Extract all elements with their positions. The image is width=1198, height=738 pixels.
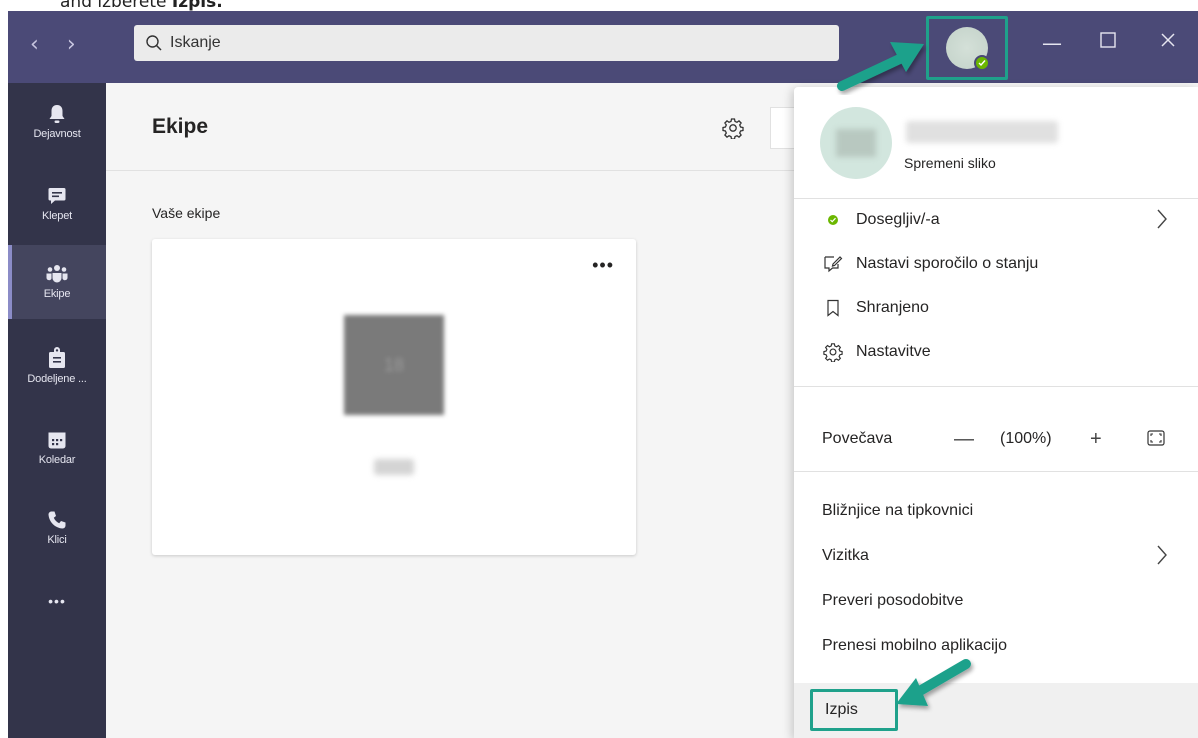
rail-item-assignments[interactable]: Dodeljene ... <box>8 329 106 403</box>
section-label: Vaše ekipe <box>152 205 221 221</box>
page-title: Ekipe <box>152 115 209 138</box>
teams-window: ‹ › Iskanje — Dejavnost Klepet Ekipe Dod… <box>8 11 1198 738</box>
sign-out-label: Izpis <box>825 701 858 718</box>
search-input[interactable]: Iskanje <box>134 25 839 61</box>
fullscreen-icon[interactable] <box>1147 430 1165 451</box>
saved-item[interactable]: Shranjeno <box>794 288 1198 328</box>
rail-item-calls[interactable]: Klici <box>8 491 106 565</box>
app-bar: Dejavnost Klepet Ekipe Dodeljene ... Kol… <box>8 83 106 738</box>
teams-icon <box>46 264 68 284</box>
check-updates-label: Preveri posodobitve <box>822 592 964 609</box>
avatar[interactable] <box>820 107 892 179</box>
rail-label: Dodeljene ... <box>27 373 87 385</box>
zoom-in-button[interactable]: + <box>1090 428 1102 451</box>
download-mobile-app-label: Prenesi mobilno aplikacijo <box>822 637 1007 654</box>
keyboard-shortcuts-label: Bližnjice na tipkovnici <box>822 502 974 519</box>
status-label: Dosegljiv/-a <box>856 211 940 228</box>
chevron-right-icon <box>1156 544 1168 571</box>
team-avatar: 18 <box>344 315 444 415</box>
available-status-icon <box>974 55 990 71</box>
rail-label: Klici <box>47 534 67 546</box>
rail-item-activity[interactable]: Dejavnost <box>8 85 106 159</box>
settings-item[interactable]: Nastavitve <box>794 332 1198 372</box>
business-card-label: Vizitka <box>822 547 869 564</box>
saved-label: Shranjeno <box>856 299 929 316</box>
available-status-icon <box>822 214 844 226</box>
avatar <box>946 27 990 71</box>
zoom-out-button[interactable]: — <box>954 428 974 451</box>
edit-message-icon <box>822 255 844 273</box>
zoom-label: Povečava <box>822 430 893 447</box>
check-updates-item[interactable]: Preveri posodobitve <box>794 581 1198 621</box>
team-name-blurred <box>374 459 414 475</box>
maximize-icon[interactable] <box>1100 29 1116 53</box>
calendar-icon <box>47 430 67 450</box>
chevron-right-icon[interactable]: › <box>67 33 76 57</box>
rail-item-teams[interactable]: Ekipe <box>8 245 106 319</box>
rail-item-calendar[interactable]: Koledar <box>8 411 106 485</box>
rail-label: Koledar <box>38 454 76 466</box>
rail-label: Klepet <box>42 210 72 222</box>
more-icon: ••• <box>48 593 66 609</box>
zoom-value: (100%) <box>1000 430 1052 447</box>
set-status-message-item[interactable]: Nastavi sporočilo o stanju <box>794 244 1198 284</box>
more-options-icon[interactable]: ••• <box>592 255 614 276</box>
chevron-right-icon <box>1156 208 1168 235</box>
profile-menu: Spremeni sliko Dosegljiv/-a Nastavi spor… <box>794 87 1198 738</box>
business-card-item[interactable]: Vizitka <box>794 536 1198 576</box>
phone-icon <box>47 510 67 530</box>
rail-label: Dejavnost <box>33 128 81 140</box>
title-bar: ‹ › Iskanje — <box>8 11 1198 83</box>
sign-out-button[interactable]: Izpis <box>810 689 898 731</box>
settings-label: Nastavitve <box>856 343 931 360</box>
change-photo-link[interactable]: Spremeni sliko <box>904 155 996 171</box>
rail-label: Ekipe <box>43 288 71 300</box>
gear-icon[interactable] <box>722 117 744 144</box>
download-mobile-app-item[interactable]: Prenesi mobilno aplikacijo <box>794 626 1198 666</box>
gear-icon <box>822 342 844 362</box>
team-initials: 18 <box>383 354 405 375</box>
chevron-left-icon[interactable]: ‹ <box>30 33 39 57</box>
close-icon[interactable] <box>1160 29 1176 53</box>
profile-avatar-button[interactable] <box>926 16 1008 80</box>
keyboard-shortcuts-item[interactable]: Bližnjice na tipkovnici <box>794 491 1198 531</box>
zoom-control: Povečava — (100%) + <box>794 411 1198 467</box>
search-icon <box>144 33 164 53</box>
assignments-icon <box>48 347 66 369</box>
team-card[interactable]: ••• 18 <box>152 239 636 555</box>
rail-more-button[interactable]: ••• <box>8 571 106 627</box>
chat-icon <box>47 186 67 206</box>
user-name-blurred <box>906 121 1058 143</box>
status-item[interactable]: Dosegljiv/-a <box>794 200 1198 240</box>
set-status-message-label: Nastavi sporočilo o stanju <box>856 255 1039 272</box>
minimize-icon[interactable]: — <box>1042 31 1062 55</box>
bookmark-icon <box>822 299 844 317</box>
bell-icon <box>48 104 66 124</box>
search-placeholder: Iskanje <box>170 34 221 51</box>
sign-out-item[interactable]: Izpis <box>794 683 1198 738</box>
rail-item-chat[interactable]: Klepet <box>8 167 106 241</box>
